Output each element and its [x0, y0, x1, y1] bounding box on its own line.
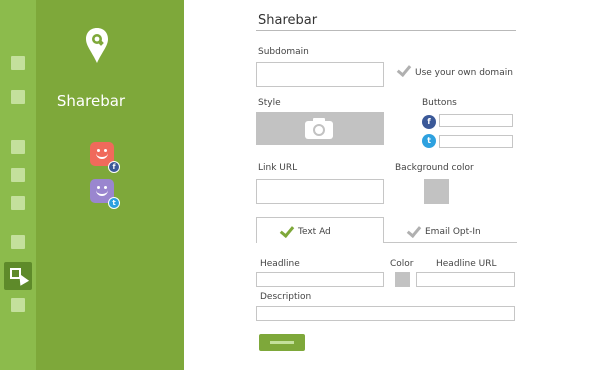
title-underline — [256, 30, 516, 31]
twitter-icon: t — [422, 134, 436, 148]
subdomain-label: Subdomain — [258, 47, 309, 57]
location-pin-logo-icon — [86, 28, 108, 63]
subdomain-input[interactable] — [256, 62, 384, 87]
rail-square-icon[interactable] — [11, 235, 25, 249]
rail-square-icon[interactable] — [11, 196, 25, 210]
facebook-badge-icon: f — [108, 161, 120, 173]
headline-label: Headline — [260, 259, 300, 269]
facebook-icon: f — [422, 115, 436, 129]
tool-rail — [0, 0, 36, 370]
cursor-window-icon[interactable] — [4, 262, 32, 290]
email-optin-check-icon — [406, 222, 422, 239]
headline-url-label: Headline URL — [436, 259, 497, 269]
rail-square-icon[interactable] — [11, 140, 25, 154]
buttons-label: Buttons — [422, 98, 457, 108]
link-url-label: Link URL — [258, 163, 298, 173]
rail-square-icon[interactable] — [11, 168, 25, 182]
own-domain-check-icon[interactable] — [396, 61, 412, 78]
sharebar-editor: Sharebar f t Sharebar Subdomain Use your… — [0, 0, 615, 370]
twitter-url-input[interactable] — [439, 135, 513, 148]
save-button[interactable] — [259, 334, 305, 351]
style-label: Style — [258, 98, 281, 108]
description-input[interactable] — [256, 306, 515, 321]
headline-url-input[interactable] — [416, 272, 515, 287]
camera-icon — [305, 118, 333, 139]
link-url-input[interactable] — [256, 179, 384, 204]
rail-square-icon[interactable] — [11, 56, 25, 70]
description-label: Description — [260, 292, 312, 302]
rail-square-icon[interactable] — [11, 298, 25, 312]
style-image-picker[interactable] — [256, 112, 384, 145]
background-color-swatch[interactable] — [424, 179, 449, 204]
tab-divider — [384, 242, 517, 243]
facebook-url-input[interactable] — [439, 114, 513, 127]
twitter-badge-icon: t — [108, 197, 120, 209]
color-label: Color — [390, 259, 414, 269]
sharebar-title[interactable]: Sharebar — [258, 13, 317, 28]
tab-text-ad-label[interactable]: Text Ad — [298, 227, 331, 237]
headline-color-swatch[interactable] — [395, 272, 410, 287]
own-domain-label[interactable]: Use your own domain — [415, 68, 513, 78]
headline-input[interactable] — [256, 272, 384, 287]
background-color-label: Background color — [395, 163, 474, 173]
tab-email-optin[interactable]: Email Opt-In — [425, 227, 481, 237]
brand-name: Sharebar — [56, 92, 126, 110]
